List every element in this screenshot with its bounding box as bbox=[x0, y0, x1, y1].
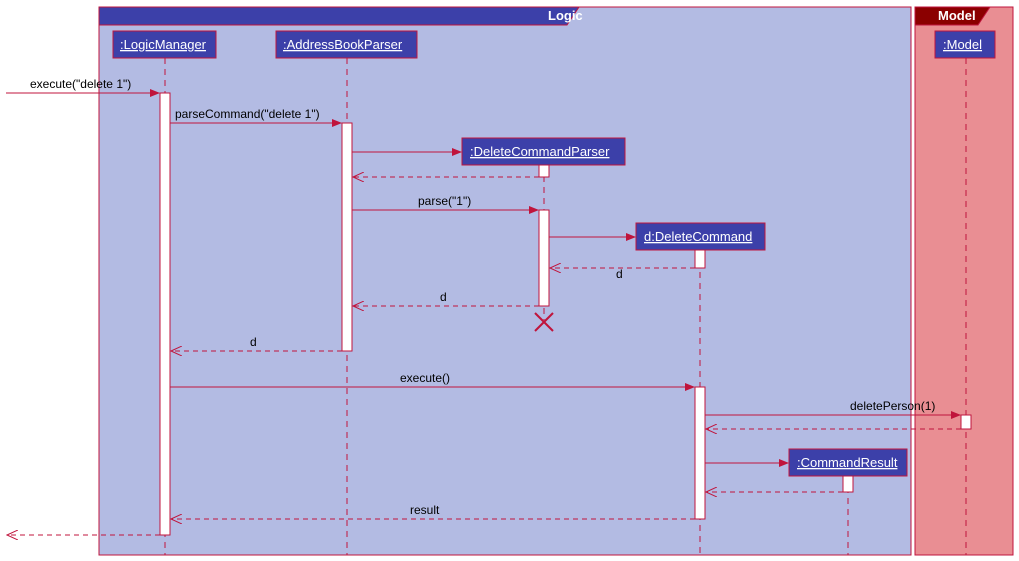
deletecommand-label: d:DeleteCommand bbox=[644, 229, 752, 244]
deletecommandparser-activation-2 bbox=[539, 210, 549, 306]
logicmanager-label: :LogicManager bbox=[120, 37, 207, 52]
deletecommandparser-label: :DeleteCommandParser bbox=[470, 144, 610, 159]
msg-parse1-label: parse("1") bbox=[418, 194, 471, 208]
msg-parsecommand-label: parseCommand("delete 1") bbox=[175, 107, 320, 121]
deletecommand-activation-1 bbox=[695, 250, 705, 268]
logic-frame-title: Logic bbox=[548, 8, 583, 23]
msg-return-d2-label: d bbox=[440, 290, 447, 304]
deletecommandparser-activation-1 bbox=[539, 165, 549, 177]
msg-return-d3-label: d bbox=[250, 335, 257, 349]
commandresult-activation bbox=[843, 476, 853, 492]
model-activation bbox=[961, 415, 971, 429]
msg-deleteperson-label: deletePerson(1) bbox=[850, 399, 935, 413]
sequence-diagram: Logic Model :LogicManager :AddressBookPa… bbox=[0, 0, 1019, 561]
addressbookparser-label: :AddressBookParser bbox=[283, 37, 403, 52]
model-frame bbox=[915, 7, 1013, 555]
msg-execute-label: execute() bbox=[400, 371, 450, 385]
msg-return-d1-label: d bbox=[616, 267, 623, 281]
addressbookparser-activation bbox=[342, 123, 352, 351]
model-label: :Model bbox=[943, 37, 982, 52]
msg-result-label: result bbox=[410, 503, 440, 517]
logic-frame-label bbox=[99, 7, 579, 25]
deletecommand-activation-2 bbox=[695, 387, 705, 519]
commandresult-label: :CommandResult bbox=[797, 455, 898, 470]
logicmanager-activation bbox=[160, 93, 170, 535]
msg-execute-in-label: execute("delete 1") bbox=[30, 77, 131, 91]
model-frame-title: Model bbox=[938, 8, 976, 23]
